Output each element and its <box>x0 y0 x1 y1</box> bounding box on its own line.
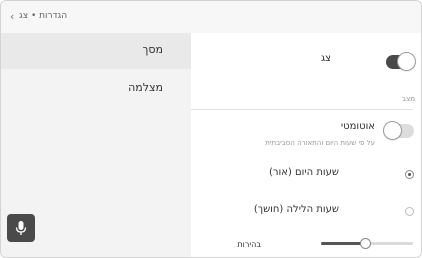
breadcrumb: הגדרות • צג <box>19 11 67 21</box>
header-bar: ‹ הגדרות • צג <box>1 1 421 33</box>
sidebar-item-screen[interactable]: מסך <box>1 33 191 69</box>
brightness-slider-fill <box>321 242 366 245</box>
breadcrumb-separator: • <box>30 11 37 21</box>
sidebar-item-label: מצלמה <box>128 81 163 94</box>
breadcrumb-current: צג <box>19 11 29 21</box>
microphone-icon <box>15 221 27 235</box>
sidebar-item-label: מסך <box>142 43 163 56</box>
breadcrumb-parent[interactable]: הגדרות <box>39 11 67 21</box>
toggle-knob <box>384 122 401 139</box>
brightness-label: בהירות <box>237 240 261 249</box>
day-mode-label[interactable]: שעות היום (אור) <box>269 167 339 178</box>
day-mode-radio[interactable] <box>405 170 414 179</box>
settings-window: ‹ הגדרות • צג מסך מצלמה צג מצב אוטומטי ע… <box>0 0 422 258</box>
auto-toggle[interactable] <box>384 122 414 139</box>
section-label: מצב <box>402 95 415 103</box>
night-mode-label[interactable]: שעות הלילה (חושך) <box>254 204 339 215</box>
microphone-button[interactable] <box>7 214 35 242</box>
sidebar: מסך מצלמה <box>1 33 191 257</box>
sidebar-item-camera[interactable]: מצלמה <box>1 71 191 107</box>
display-toggle[interactable] <box>386 53 415 70</box>
auto-toggle-subtitle: על פי שעות היום והתאורה הסביבתית <box>265 139 375 147</box>
section-divider <box>191 109 413 110</box>
chevron-left-icon[interactable]: ‹ <box>10 10 14 23</box>
night-mode-radio[interactable] <box>405 207 414 216</box>
brightness-slider[interactable] <box>321 239 413 248</box>
display-toggle-label: צג <box>320 53 331 64</box>
auto-toggle-label: אוטומטי <box>340 121 375 132</box>
toggle-knob <box>398 53 415 70</box>
